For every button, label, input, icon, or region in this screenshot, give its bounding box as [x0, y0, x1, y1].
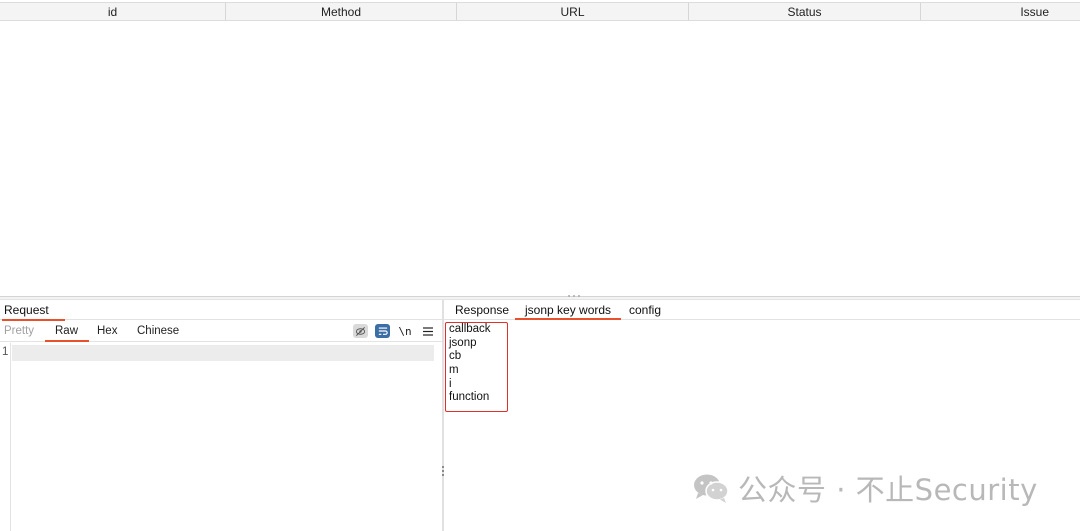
watermark: 公众号 · 不止Security: [692, 470, 1038, 507]
keyword-item[interactable]: i: [449, 378, 504, 392]
column-header-method[interactable]: Method: [226, 3, 457, 20]
keyword-item[interactable]: callback: [449, 323, 504, 337]
splitter-grip-icon[interactable]: [568, 295, 580, 299]
results-table-header: id Method URL Status Issue: [0, 2, 1080, 21]
request-view-tabbar: Pretty Raw Hex Chinese \n: [0, 321, 442, 342]
tab-response[interactable]: Response: [455, 303, 509, 317]
eye-slash-icon[interactable]: [353, 324, 368, 338]
request-tabbar: Request: [0, 300, 442, 321]
tab-config[interactable]: config: [629, 303, 661, 317]
wechat-icon: [692, 472, 730, 504]
show-newlines-button[interactable]: \n: [398, 324, 412, 338]
column-header-status[interactable]: Status: [689, 3, 921, 20]
line-number: 1: [2, 346, 9, 358]
view-tab-pretty[interactable]: Pretty: [4, 325, 34, 337]
line-number-gutter: 1: [0, 343, 11, 531]
tab-request[interactable]: Request: [0, 302, 65, 321]
column-header-url[interactable]: URL: [457, 3, 689, 20]
view-tab-hex[interactable]: Hex: [97, 325, 117, 337]
tab-jsonp-key-words[interactable]: jsonp key words: [514, 303, 622, 320]
view-tab-chinese[interactable]: Chinese: [137, 325, 179, 337]
column-header-issue[interactable]: Issue: [921, 3, 1080, 20]
column-header-id[interactable]: id: [0, 3, 226, 20]
response-tabbar: Response jsonp key words config: [444, 300, 1080, 320]
request-editor[interactable]: 1: [0, 343, 442, 531]
view-tab-raw[interactable]: Raw: [44, 325, 90, 342]
current-line-highlight[interactable]: [12, 345, 434, 361]
keyword-item[interactable]: function: [449, 391, 504, 405]
keyword-item[interactable]: cb: [449, 350, 504, 364]
request-pane: Request Pretty Raw Hex Chinese \n 1: [0, 300, 442, 531]
results-table-body[interactable]: [0, 21, 1080, 296]
watermark-text: 公众号 · 不止Security: [738, 473, 1038, 507]
keyword-list[interactable]: callback jsonp cb m i function: [445, 322, 508, 412]
word-wrap-icon[interactable]: [375, 324, 390, 338]
keyword-item[interactable]: m: [449, 364, 504, 378]
keyword-item[interactable]: jsonp: [449, 337, 504, 351]
hamburger-menu-icon[interactable]: [420, 324, 435, 338]
